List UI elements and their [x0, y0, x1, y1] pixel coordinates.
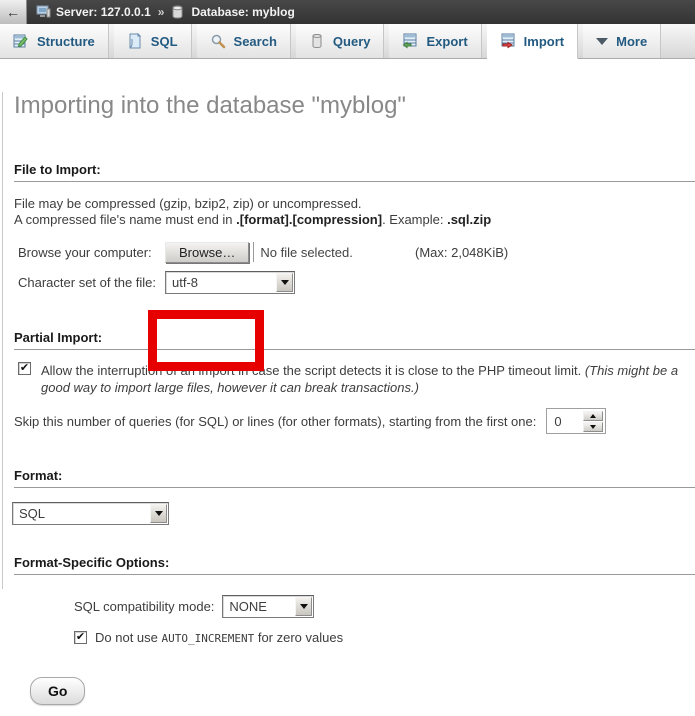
format-selected-value: SQL: [13, 506, 51, 521]
charset-label: Character set of the file:: [18, 275, 165, 290]
breadcrumb-server[interactable]: Server: 127.0.0.1: [56, 5, 151, 19]
no-file-selected-text: No file selected.: [260, 245, 353, 260]
structure-icon: [13, 33, 29, 49]
auto-increment-text: Do not use AUTO_INCREMENT for zero value…: [95, 630, 343, 645]
compress-line: File may be compressed (gzip, bzip2, zip…: [14, 196, 695, 212]
format-select[interactable]: SQL: [12, 502, 169, 525]
breadcrumb-database[interactable]: Database: myblog: [191, 5, 294, 19]
tab-label: More: [616, 34, 647, 49]
allow-interrupt-row: ✔ Allow the interruption of an import in…: [18, 362, 681, 396]
skip-queries-label: Skip this number of queries (for SQL) or…: [14, 414, 536, 429]
chevron-down-icon: [596, 38, 608, 45]
import-icon: [500, 33, 516, 49]
browse-button[interactable]: Browse…: [165, 242, 249, 263]
naming-line: A compressed file's name must end in .[f…: [14, 212, 695, 228]
go-button[interactable]: Go: [30, 677, 85, 705]
sql-compat-label: SQL compatibility mode:: [74, 599, 214, 614]
page-content: Importing into the database "myblog" Fil…: [0, 92, 695, 716]
breadcrumb: Server: 127.0.0.1 » Database: myblog: [36, 5, 295, 19]
browse-label: Browse your computer:: [18, 245, 165, 260]
tab-sql[interactable]: SQL: [114, 24, 192, 58]
dropdown-arrow-icon[interactable]: [295, 597, 312, 616]
auto-increment-code: AUTO_INCREMENT: [162, 632, 255, 645]
page-title: Importing into the database "myblog": [14, 92, 695, 120]
section-heading-format: Format:: [14, 468, 695, 488]
stepper-down-button[interactable]: [583, 422, 603, 432]
file-input: Browse… No file selected.: [165, 242, 353, 263]
max-size-note: (Max: 2,048KiB): [415, 245, 508, 260]
auto-increment-row: ✔ Do not use AUTO_INCREMENT for zero val…: [0, 630, 695, 645]
tab-more[interactable]: More: [583, 24, 661, 58]
section-heading-file-to-import: File to Import:: [14, 162, 695, 182]
allow-interrupt-checkbox[interactable]: ✔: [18, 362, 31, 375]
query-icon: [309, 33, 325, 49]
charset-select[interactable]: utf-8: [165, 271, 295, 294]
tab-strip: Structure SQL Search Query: [0, 24, 695, 59]
format-compression-pattern: .[format].[compression]: [236, 212, 382, 227]
section-heading-partial-import: Partial Import:: [14, 330, 695, 350]
browse-row: Browse your computer: Browse… No file se…: [0, 240, 695, 264]
skip-queries-row: Skip this number of queries (for SQL) or…: [0, 408, 695, 434]
tab-label: SQL: [151, 34, 178, 49]
stepper-up-button[interactable]: [583, 411, 603, 421]
tab-label: Structure: [37, 34, 95, 49]
server-icon: [36, 5, 51, 19]
content-left-border: [2, 92, 3, 589]
sql-compat-select[interactable]: NONE: [222, 595, 314, 618]
tab-label: Query: [333, 34, 371, 49]
charset-row: Character set of the file: utf-8: [0, 270, 695, 294]
dropdown-arrow-icon[interactable]: [276, 273, 293, 292]
tab-structure[interactable]: Structure: [0, 24, 109, 58]
allow-interrupt-text: Allow the interruption of an import in c…: [41, 362, 681, 396]
file-input-divider: [253, 242, 254, 262]
tab-label: Export: [426, 34, 467, 49]
tab-search[interactable]: Search: [197, 24, 291, 58]
tab-import[interactable]: Import: [487, 24, 578, 59]
sql-icon: [127, 33, 143, 49]
auto-increment-checkbox[interactable]: ✔: [74, 631, 87, 644]
file-import-description: File may be compressed (gzip, bzip2, zip…: [14, 196, 695, 228]
stepper-buttons: [583, 411, 603, 432]
charset-selected-value: utf-8: [166, 275, 204, 290]
dropdown-arrow-icon[interactable]: [150, 504, 167, 523]
database-icon: [171, 5, 186, 19]
section-heading-format-specific: Format-Specific Options:: [14, 555, 695, 575]
tab-export[interactable]: Export: [389, 24, 481, 58]
sql-compat-row: SQL compatibility mode: NONE: [0, 595, 695, 618]
skip-queries-value: 0: [549, 414, 583, 429]
breadcrumb-separator: »: [158, 5, 165, 19]
format-row: SQL: [0, 502, 695, 525]
skip-queries-stepper[interactable]: 0: [546, 408, 606, 434]
tab-label: Import: [524, 34, 564, 49]
tab-query[interactable]: Query: [296, 24, 385, 58]
tab-label: Search: [234, 34, 277, 49]
search-icon: [210, 33, 226, 49]
breadcrumb-bar: ← Server: 127.0.0.1 » Database: myblog: [0, 0, 695, 24]
back-arrow-icon: ←: [6, 4, 20, 20]
sql-compat-selected-value: NONE: [223, 599, 273, 614]
export-icon: [402, 33, 418, 49]
back-button[interactable]: ←: [0, 0, 27, 24]
example-filename: .sql.zip: [447, 212, 491, 227]
